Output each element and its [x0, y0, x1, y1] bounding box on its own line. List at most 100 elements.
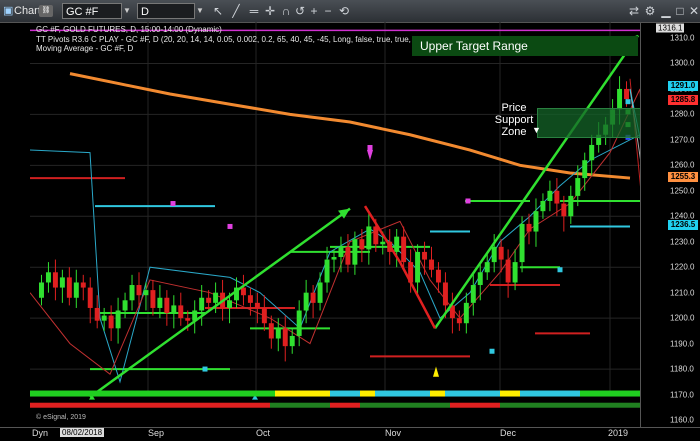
- candle-body: [373, 226, 379, 245]
- zoom-out-icon[interactable]: −: [320, 3, 336, 19]
- candle-body: [66, 277, 72, 298]
- candle-body: [477, 272, 483, 286]
- y-tick-label: 1230.0: [670, 237, 695, 247]
- candle-body: [435, 269, 441, 283]
- signal-marker: [367, 145, 373, 151]
- interval-input[interactable]: D: [137, 3, 195, 19]
- support-arrow-icon: ▼: [532, 125, 541, 135]
- candle-body: [261, 307, 267, 324]
- candle-body: [254, 302, 260, 308]
- y-tick-label: 1270.0: [670, 135, 695, 145]
- candle-body: [575, 178, 581, 196]
- candle-body: [289, 335, 295, 347]
- candle-body: [512, 262, 518, 283]
- signal-triangle: [367, 150, 373, 161]
- candle-body: [73, 282, 79, 298]
- chart-window-label: Chart: [14, 5, 41, 17]
- candle-body: [178, 305, 184, 319]
- price-tag: 1291.0: [668, 81, 698, 92]
- y-tick-label: 1200.0: [670, 313, 695, 323]
- candle-body: [122, 300, 128, 311]
- pointer-tool-icon[interactable]: ↖: [210, 3, 226, 19]
- candle-body: [247, 295, 253, 303]
- signal-marker: [625, 99, 631, 105]
- candle-body: [303, 292, 309, 311]
- candle-body: [101, 315, 107, 321]
- candle-body: [129, 285, 135, 301]
- candle-body: [366, 226, 372, 250]
- y-tick-label: 1180.0: [670, 364, 694, 374]
- signal-marker: [489, 348, 495, 354]
- y-tick-label: 1280.0: [670, 109, 695, 119]
- signal-triangle: [433, 366, 439, 377]
- symbol-input[interactable]: GC #F: [62, 3, 122, 19]
- candle-body: [561, 203, 567, 217]
- candle-body: [206, 297, 212, 303]
- price-chart[interactable]: [30, 22, 640, 427]
- candle-body: [533, 211, 539, 232]
- indicator-strip: [580, 390, 640, 397]
- link-badge[interactable]: ⛓: [39, 5, 53, 17]
- candle-body: [422, 251, 428, 260]
- candle-body: [108, 315, 114, 329]
- candle-body: [268, 323, 274, 339]
- candle-body: [345, 246, 351, 265]
- price-tag: 1255.3: [668, 172, 698, 183]
- y-tick-label: 1310.0: [670, 33, 695, 43]
- x-tick-sep: Sep: [148, 428, 165, 438]
- signal-marker: [170, 201, 176, 207]
- candle-body: [317, 282, 323, 303]
- indicator-strip: [500, 390, 520, 397]
- indicator-strip: [330, 402, 360, 408]
- candle-body: [199, 297, 205, 311]
- y-tick-label: 1190.0: [670, 339, 694, 349]
- candle-body: [143, 290, 149, 296]
- replay-icon[interactable]: ⟲: [336, 3, 352, 19]
- close-icon[interactable]: ✕: [686, 3, 700, 19]
- indicator-strip: [360, 402, 450, 408]
- axis-top-price: 1316.1: [656, 23, 685, 33]
- indicator-strip: [375, 390, 430, 397]
- price-support-zone-box: [537, 108, 641, 138]
- settings-icon[interactable]: ⚙: [642, 3, 658, 19]
- candle-body: [213, 292, 219, 303]
- interval-dropdown-icon[interactable]: ▼: [196, 3, 206, 19]
- candle-body: [394, 236, 400, 252]
- candle-body: [136, 285, 142, 296]
- price-tag: 1285.8: [668, 94, 698, 105]
- candle-body: [568, 195, 574, 217]
- cursor-tool-icon[interactable]: ✛: [262, 3, 278, 19]
- y-tick-label: 1170.0: [670, 390, 694, 400]
- candle-body: [150, 290, 156, 308]
- indicator-strip: [30, 402, 270, 408]
- candle-body: [275, 328, 281, 339]
- candle-body: [52, 272, 58, 288]
- indicator-strip: [570, 402, 640, 408]
- sync-icon[interactable]: ⇄: [626, 3, 642, 19]
- candle-body: [87, 287, 93, 308]
- candle-body: [185, 318, 191, 321]
- x-tick-2019: 2019: [608, 428, 629, 438]
- time-axis: [0, 427, 700, 441]
- candle-body: [463, 302, 469, 324]
- y-tick-label: 1300.0: [670, 58, 695, 68]
- indicator-strip: [445, 390, 500, 397]
- x-tick-oct: Oct: [256, 428, 271, 438]
- y-tick-label: 1250.0: [670, 186, 695, 196]
- line-tool-icon[interactable]: ╱: [228, 3, 244, 19]
- candle-body: [94, 307, 100, 321]
- symbol-dropdown-icon[interactable]: ▼: [123, 3, 133, 19]
- candle-body: [456, 318, 462, 324]
- start-date-label: 08/02/2018: [60, 428, 105, 437]
- indicator-strip: [30, 390, 275, 397]
- candle-body: [59, 277, 65, 288]
- price-tag: 1236.5: [668, 220, 698, 231]
- y-tick-label: 1160.0: [670, 415, 694, 425]
- candle-body: [324, 259, 330, 283]
- candle-body: [401, 236, 407, 263]
- hline-tool-icon[interactable]: ═: [246, 3, 262, 19]
- indicator-strip: [520, 390, 580, 397]
- candle-body: [338, 246, 344, 258]
- indicator-strip: [500, 402, 570, 408]
- y-tick-label: 1260.0: [670, 160, 695, 170]
